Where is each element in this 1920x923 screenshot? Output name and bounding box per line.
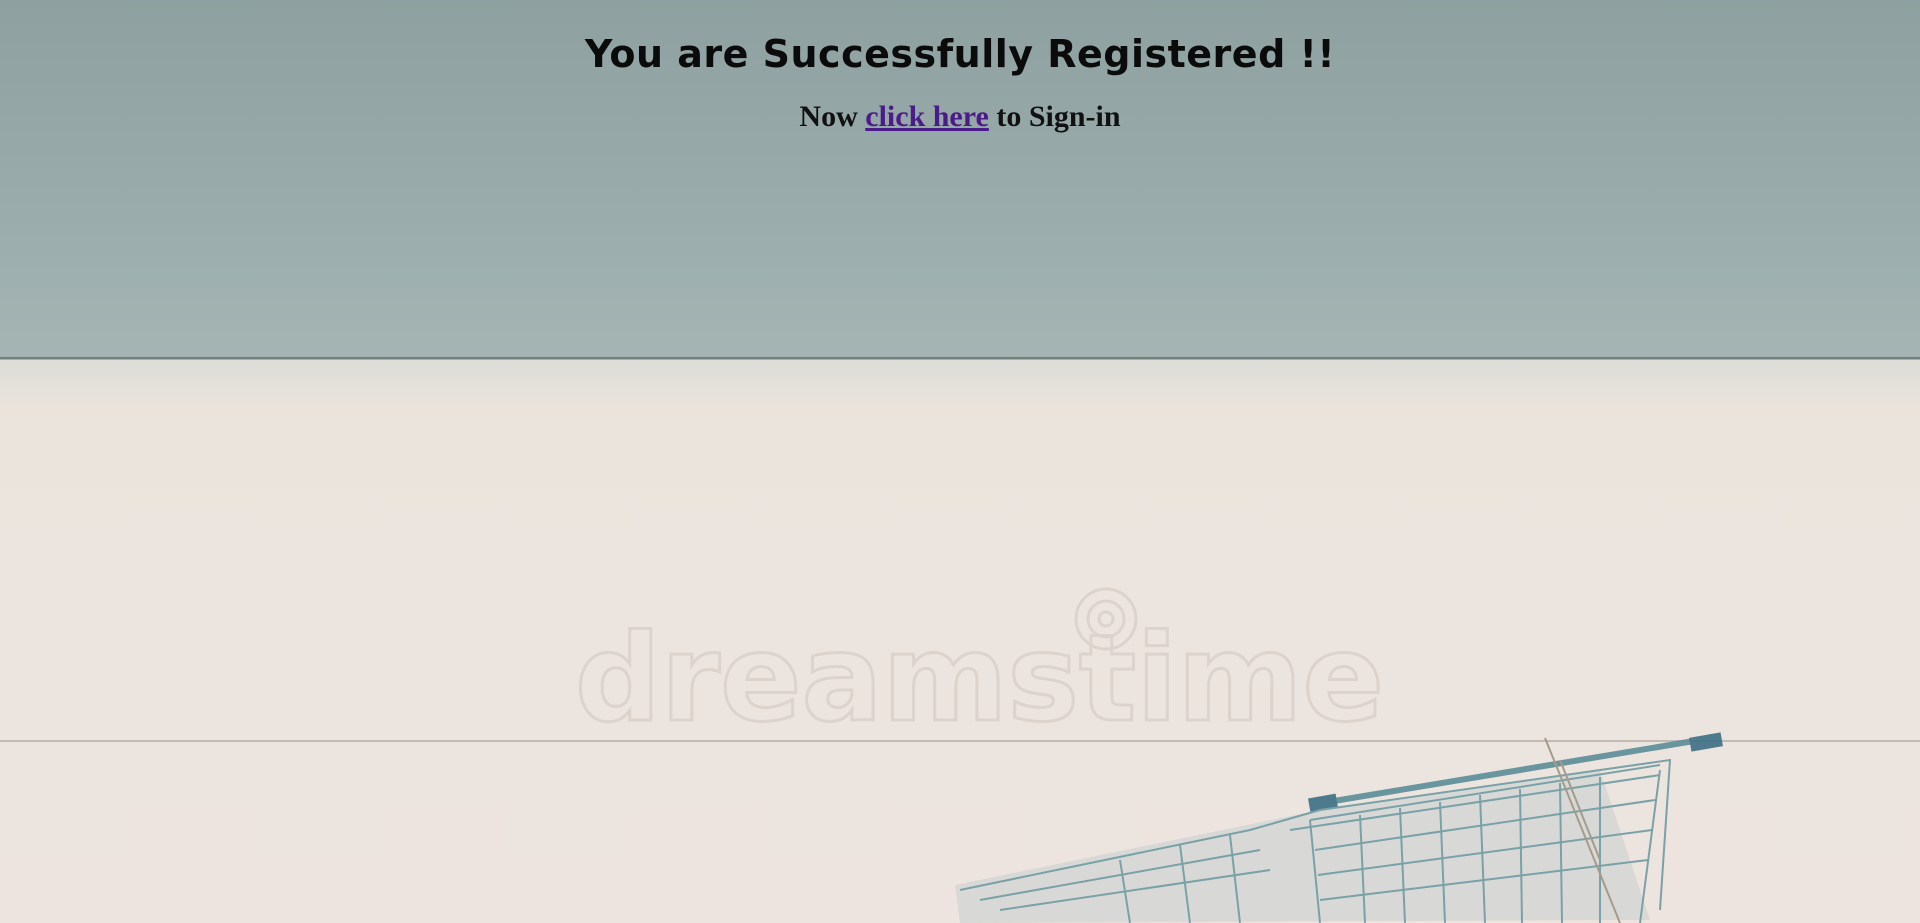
signin-suffix: to Sign-in	[988, 100, 1121, 133]
background-photo: dreamstime	[0, 0, 1920, 923]
registration-message: You are Successfully Registered !! Now c…	[0, 0, 1920, 134]
signin-prefix: Now	[799, 100, 866, 133]
watermark-text: dreamstime	[575, 610, 1384, 749]
signin-prompt: Now click here to Sign-in	[0, 100, 1920, 134]
watermark-logo: dreamstime	[574, 587, 1385, 751]
success-heading: You are Successfully Registered !!	[584, 32, 1336, 76]
signin-link[interactable]: click here	[865, 100, 989, 133]
